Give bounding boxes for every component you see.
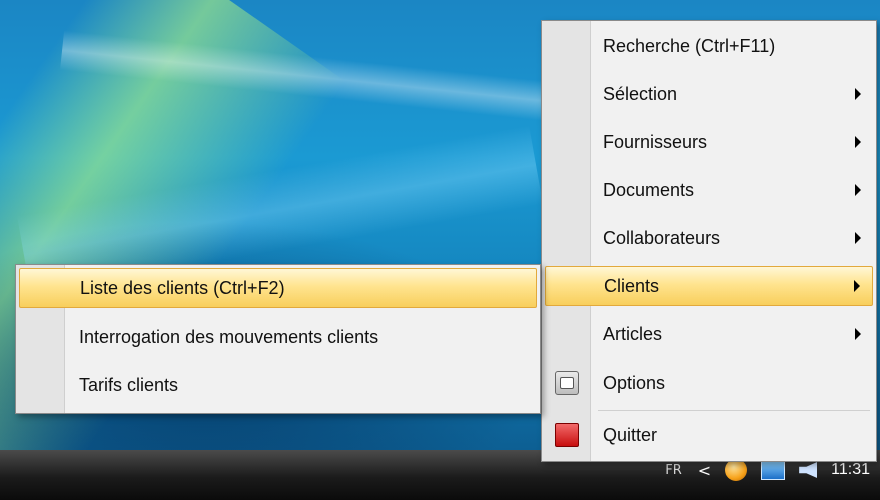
menu-item-label: Options [603,372,666,393]
context-menu: Recherche (Ctrl+F11) Sélection Fournisse… [541,20,877,462]
taskbar-clock[interactable]: 11:31 [831,461,870,479]
submenu-arrow-icon [855,136,861,148]
menu-item-label: Articles [603,323,663,344]
submenu-item-tarifs-clients[interactable]: Tarifs clients [19,365,537,405]
menu-item-label: Liste des clients (Ctrl+F2) [80,277,285,298]
app-tray-icon[interactable] [725,459,748,481]
quit-icon [555,423,579,447]
menu-item-selection[interactable]: Sélection [545,74,873,114]
options-icon [555,371,579,395]
clients-submenu: Liste des clients (Ctrl+F2) Interrogatio… [15,264,541,414]
language-indicator[interactable]: FR [665,463,682,478]
submenu-item-interrogation-mouvements[interactable]: Interrogation des mouvements clients [19,317,537,357]
menu-item-clients[interactable]: Clients [545,266,873,306]
submenu-arrow-icon [855,232,861,244]
menu-item-recherche[interactable]: Recherche (Ctrl+F11) [545,26,873,66]
menu-item-label: Clients [604,275,660,296]
menu-item-label: Collaborateurs [603,227,721,248]
menu-item-label: Fournisseurs [603,131,708,152]
menu-item-fournisseurs[interactable]: Fournisseurs [545,122,873,162]
menu-item-quitter[interactable]: Quitter [545,415,873,455]
menu-separator [598,410,870,411]
submenu-arrow-icon [855,88,861,100]
menu-item-documents[interactable]: Documents [545,170,873,210]
menu-item-label: Interrogation des mouvements clients [79,326,379,347]
network-icon[interactable] [761,460,786,480]
submenu-item-liste-clients[interactable]: Liste des clients (Ctrl+F2) [19,268,537,308]
menu-item-label: Quitter [603,424,658,445]
menu-item-articles[interactable]: Articles [545,314,873,354]
menu-item-collaborateurs[interactable]: Collaborateurs [545,218,873,258]
menu-item-options[interactable]: Options [545,363,873,403]
menu-item-label: Documents [603,179,695,200]
submenu-arrow-icon [854,280,860,292]
submenu-arrow-icon [855,184,861,196]
menu-item-label: Tarifs clients [79,374,179,395]
volume-icon[interactable] [799,462,818,478]
menu-item-label: Sélection [603,83,678,104]
menu-item-label: Recherche (Ctrl+F11) [603,35,776,56]
submenu-arrow-icon [855,328,861,340]
show-hidden-icons-chevron[interactable]: < [698,461,711,480]
